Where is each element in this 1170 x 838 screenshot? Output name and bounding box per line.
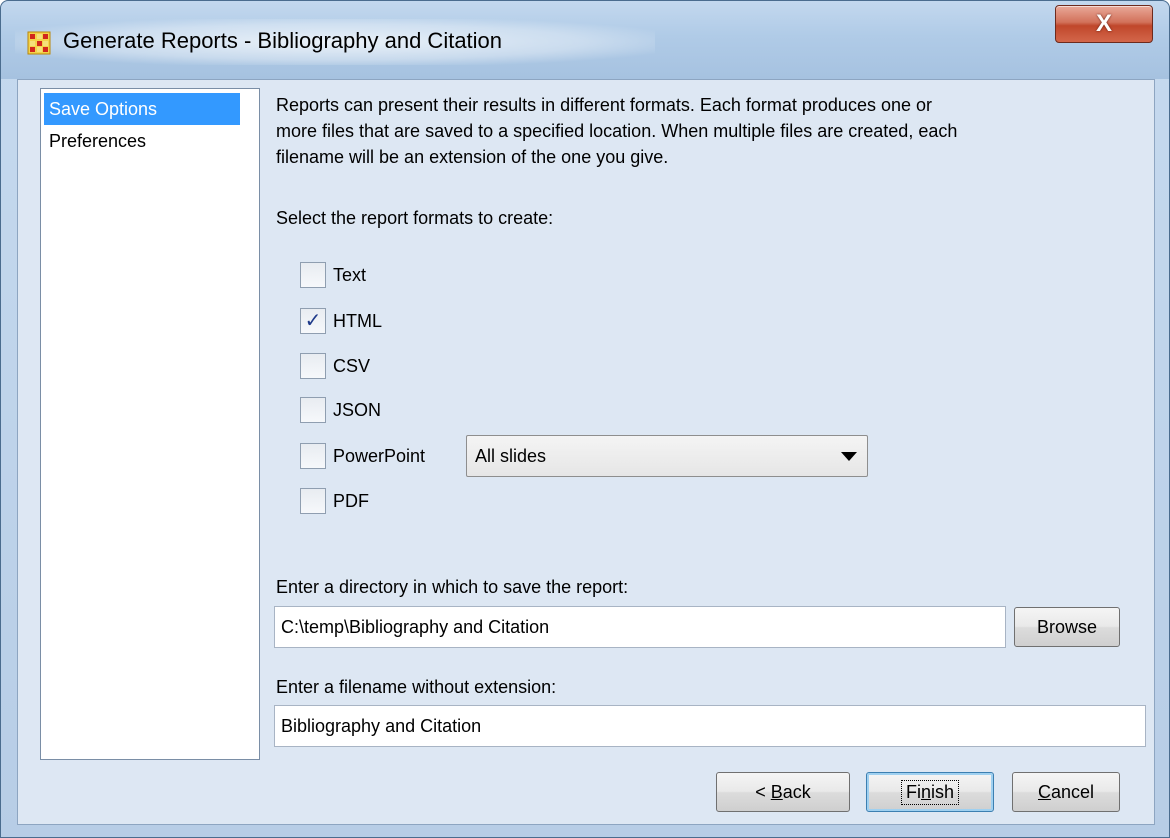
json-checkbox[interactable] [300,397,326,423]
description-line: more files that are saved to a specified… [276,121,958,141]
cancel-button[interactable]: Cancel [1012,772,1120,812]
powerpoint-slides-select[interactable]: All slides [466,435,868,477]
directory-label: Enter a directory in which to save the r… [276,577,629,597]
powerpoint-checkbox-label: PowerPoint [333,445,426,466]
sidebar: Save Options Preferences [40,88,260,760]
dialog-body: Save Options Preferences Reports can pre… [17,79,1155,825]
text-checkbox-label: Text [333,264,367,285]
title-bar[interactable]: Generate Reports - Bibliography and Cita… [1,1,1169,79]
close-icon: X [1095,10,1112,37]
formats-label: Select the report formats to create: [276,208,554,228]
powerpoint-checkbox[interactable] [300,443,326,469]
description-line: Reports can present their results in dif… [276,95,932,115]
app-grid-icon [27,31,51,55]
cancel-mnemonic: C [1037,781,1051,802]
csv-checkbox[interactable] [300,353,326,379]
text-checkbox[interactable] [300,262,326,288]
format-json-option[interactable]: JSON [300,395,381,425]
back-button-label: < Back [755,782,811,803]
cancel-rest: ancel [1050,781,1095,802]
csv-checkbox-label: CSV [333,355,371,376]
format-pdf-option[interactable]: PDF [300,486,369,516]
dropdown-arrow-icon [841,452,857,461]
close-button[interactable]: X [1055,5,1153,43]
json-checkbox-label: JSON [333,399,382,420]
finish-rest: ish [931,781,955,802]
back-mnemonic: B [770,781,783,802]
filename-field[interactable]: Bibliography and Citation [274,705,1146,747]
back-button[interactable]: < Back [716,772,850,812]
pdf-checkbox[interactable] [300,488,326,514]
directory-field[interactable]: C:\temp\Bibliography and Citation [274,606,1006,648]
finish-button-label: Finish [900,779,960,805]
checkmark-icon: ✓ [304,310,322,332]
html-checkbox-label: HTML [333,310,382,331]
finish-mnemonic: n [920,781,931,802]
sidebar-item-preferences[interactable]: Preferences [44,125,240,157]
dialog-window: Generate Reports - Bibliography and Cita… [0,0,1170,838]
powerpoint-slides-value: All slides [475,445,547,466]
html-checkbox[interactable]: ✓ [300,308,326,334]
back-prefix: < [755,781,771,802]
sidebar-item-save-options[interactable]: Save Options [44,93,240,125]
window-title: Generate Reports - Bibliography and Cita… [63,28,503,53]
filename-label: Enter a filename without extension: [276,677,557,697]
back-rest: ack [782,781,811,802]
format-csv-option[interactable]: CSV [300,351,370,381]
pdf-checkbox-label: PDF [333,490,369,511]
browse-button[interactable]: Browse [1014,607,1120,647]
format-html-option[interactable]: ✓ HTML [300,306,382,336]
finish-prefix: Fi [905,781,921,802]
cancel-button-label: Cancel [1038,782,1094,803]
format-powerpoint-option[interactable]: PowerPoint [300,441,425,471]
description: Reports can present their results in dif… [276,92,1146,170]
description-line: filename will be an extension of the one… [276,147,669,167]
format-text-option[interactable]: Text [300,260,366,290]
finish-button[interactable]: Finish [866,772,994,812]
